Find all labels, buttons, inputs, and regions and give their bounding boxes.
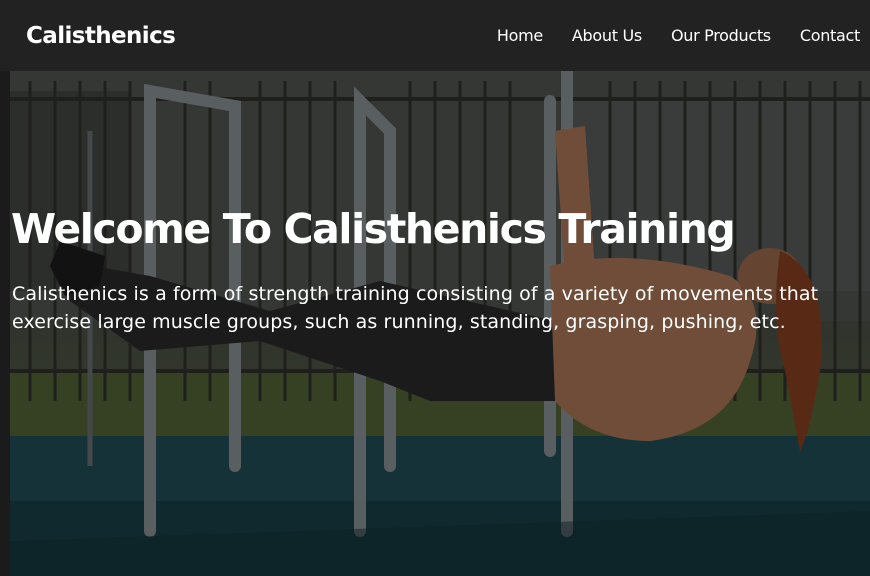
hero-description: Calisthenics is a form of strength train… (12, 283, 819, 333)
nav-link-home[interactable]: Home (497, 26, 543, 45)
nav-link-about-us[interactable]: About Us (572, 26, 642, 45)
nav-link-our-products[interactable]: Our Products (671, 26, 771, 45)
brand-logo[interactable]: Calisthenics (26, 23, 176, 49)
left-edge-strip (0, 71, 10, 576)
navbar: Calisthenics Home About Us Our Products … (0, 0, 870, 71)
hero-section: Welcome To Calisthenics Training Calisth… (10, 71, 870, 576)
nav-links: Home About Us Our Products Contact (468, 26, 860, 45)
page: Calisthenics Home About Us Our Products … (0, 0, 870, 576)
nav-link-contact[interactable]: Contact (800, 26, 860, 45)
hero-title: Welcome To Calisthenics Training (11, 205, 736, 253)
